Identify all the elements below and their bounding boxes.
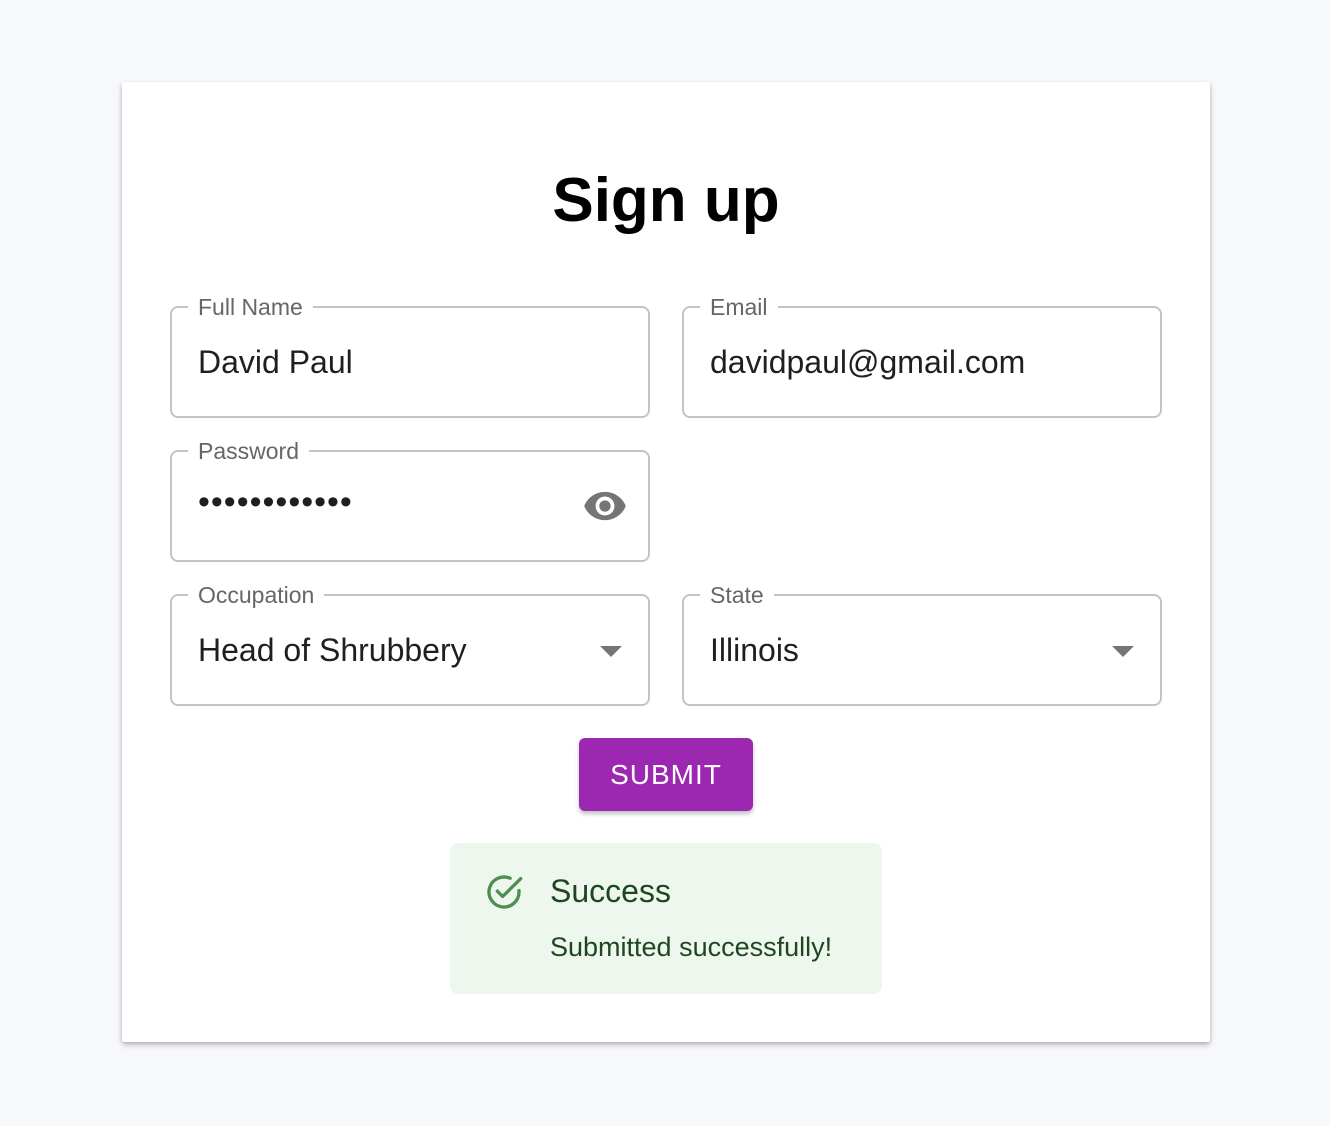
success-alert: Success Submitted successfully! (450, 843, 882, 994)
full-name-field[interactable]: Full Name David Paul (170, 294, 650, 418)
page-title: Sign up (552, 166, 780, 235)
eye-icon[interactable] (582, 489, 628, 523)
occupation-select[interactable]: Occupation Head of Shrubbery (170, 582, 650, 706)
occupation-value[interactable]: Head of Shrubbery (198, 596, 467, 704)
alert-title: Success (550, 873, 671, 909)
email-field[interactable]: Email davidpaul@gmail.com (682, 294, 1162, 418)
password-field[interactable]: Password •••••••••••• (170, 438, 650, 562)
submit-button[interactable]: SUBMIT (579, 738, 753, 811)
state-value[interactable]: Illinois (710, 596, 799, 704)
email-value[interactable]: davidpaul@gmail.com (710, 308, 1025, 416)
full-name-value[interactable]: David Paul (198, 308, 353, 416)
caret-down-icon[interactable] (600, 646, 622, 657)
signup-card: Sign up Full Name David Paul Email david… (122, 82, 1210, 1042)
check-circle-icon (484, 872, 524, 912)
state-select[interactable]: State Illinois (682, 582, 1162, 706)
password-value[interactable]: •••••••••••• (198, 448, 353, 556)
alert-message: Submitted successfully! (550, 932, 833, 962)
caret-down-icon[interactable] (1112, 646, 1134, 657)
